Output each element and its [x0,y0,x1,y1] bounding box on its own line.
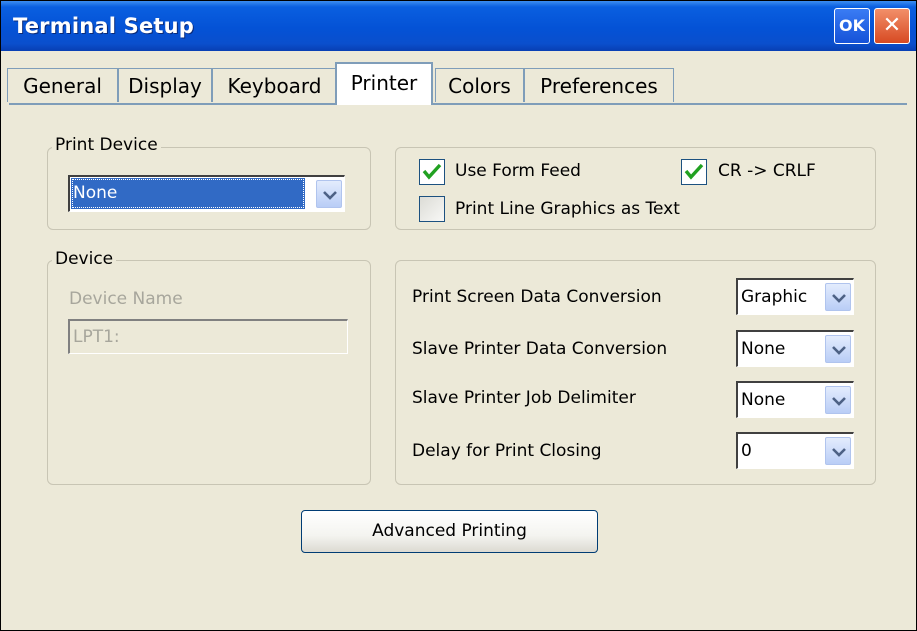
tab-keyboard[interactable]: Keyboard [212,68,337,102]
print-screen-conversion-label: Print Screen Data Conversion [412,287,662,307]
terminal-setup-window: Terminal Setup OK ✕ General Display Keyb… [0,0,917,631]
tab-colors[interactable]: Colors [435,68,524,102]
print-device-legend: Print Device [52,135,161,155]
delay-print-closing-value: 0 [741,441,752,461]
checkmark-icon [422,163,442,180]
print-line-graphics-checkbox[interactable] [419,196,445,222]
tab-general[interactable]: General [7,68,118,102]
title-bar: Terminal Setup OK ✕ [1,1,916,51]
tab-printer[interactable]: Printer [335,62,433,105]
delay-print-closing-select[interactable]: 0 [736,432,854,469]
chevron-down-icon[interactable] [316,180,342,208]
close-button[interactable]: ✕ [874,8,910,44]
use-form-feed-checkbox[interactable] [419,159,445,185]
print-device-select[interactable]: None [68,175,345,212]
window-title: Terminal Setup [13,14,195,38]
slave-data-conversion-label: Slave Printer Data Conversion [412,339,668,359]
chevron-down-icon[interactable] [825,335,851,363]
cr-crlf-label: CR -> CRLF [718,161,816,181]
slave-data-conversion-select[interactable]: None [736,330,854,367]
use-form-feed-label: Use Form Feed [455,161,581,181]
slave-job-delimiter-value: None [741,390,786,410]
tab-display[interactable]: Display [118,68,212,102]
device-name-value: LPT1: [73,327,120,347]
device-name-field: LPT1: [68,319,348,354]
chevron-down-icon[interactable] [825,283,851,311]
slave-data-conversion-value: None [741,339,786,359]
print-screen-conversion-select[interactable]: Graphic [736,278,854,315]
device-legend: Device [52,249,117,269]
chevron-down-icon[interactable] [825,386,851,414]
device-name-label: Device Name [69,289,183,309]
print-screen-conversion-value: Graphic [741,287,808,307]
tab-preferences[interactable]: Preferences [524,68,674,102]
ok-button[interactable]: OK [834,8,870,44]
advanced-printing-button[interactable]: Advanced Printing [301,510,598,553]
slave-job-delimiter-label: Slave Printer Job Delimiter [412,388,636,408]
print-line-graphics-label: Print Line Graphics as Text [455,199,680,219]
slave-job-delimiter-select[interactable]: None [736,381,854,418]
print-device-value: None [71,178,305,209]
checkmark-icon [684,163,704,180]
delay-print-closing-label: Delay for Print Closing [412,441,602,461]
close-icon: ✕ [882,13,902,38]
chevron-down-icon[interactable] [825,437,851,465]
cr-crlf-checkbox[interactable] [681,159,707,185]
